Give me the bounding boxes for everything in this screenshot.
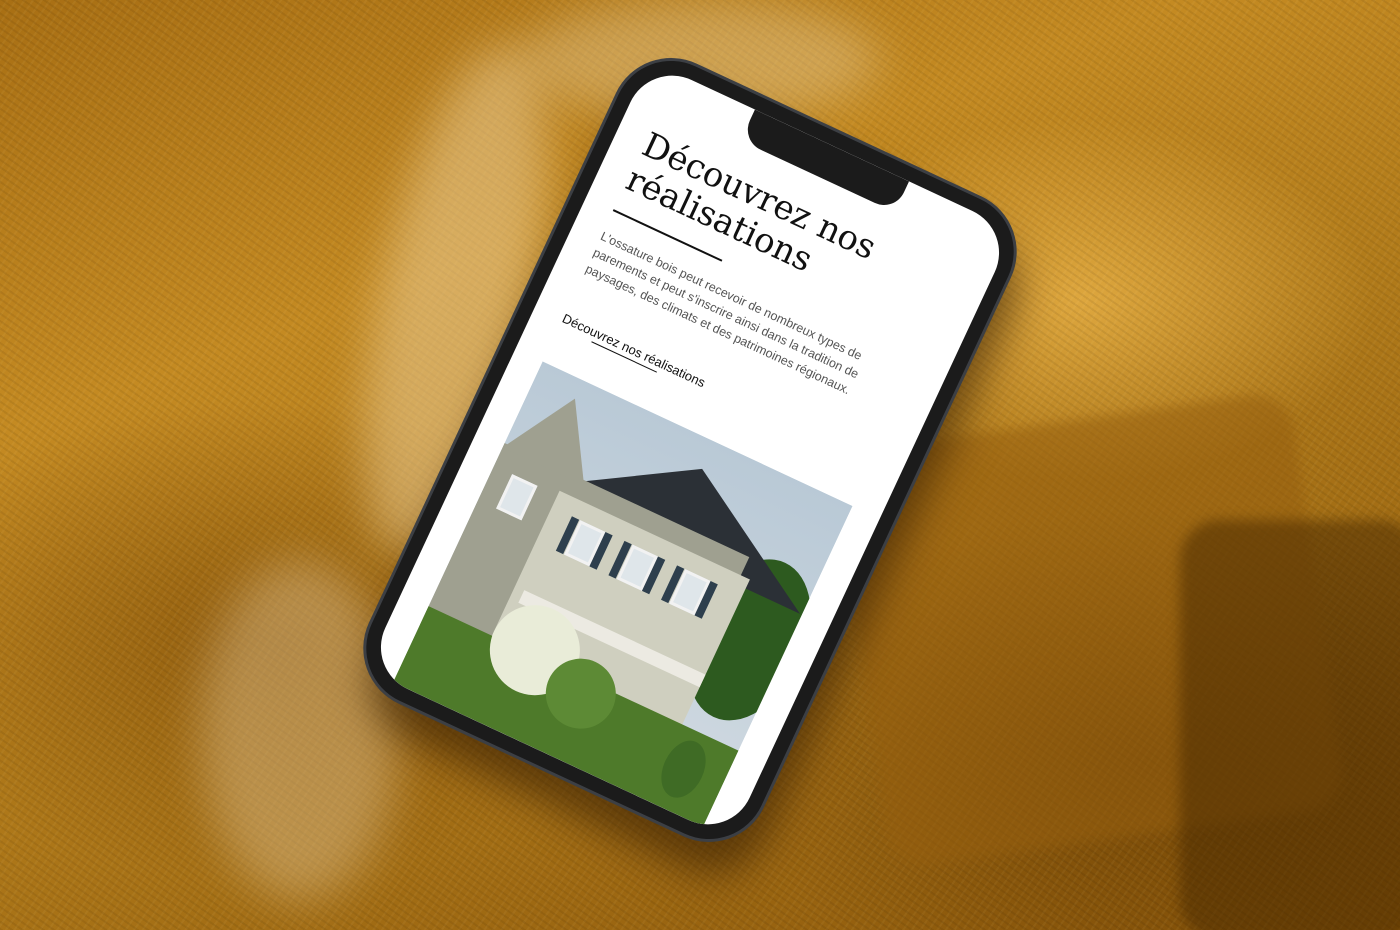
blurred-plant-leaf	[200, 560, 400, 900]
cushion-shadow	[1180, 520, 1400, 930]
